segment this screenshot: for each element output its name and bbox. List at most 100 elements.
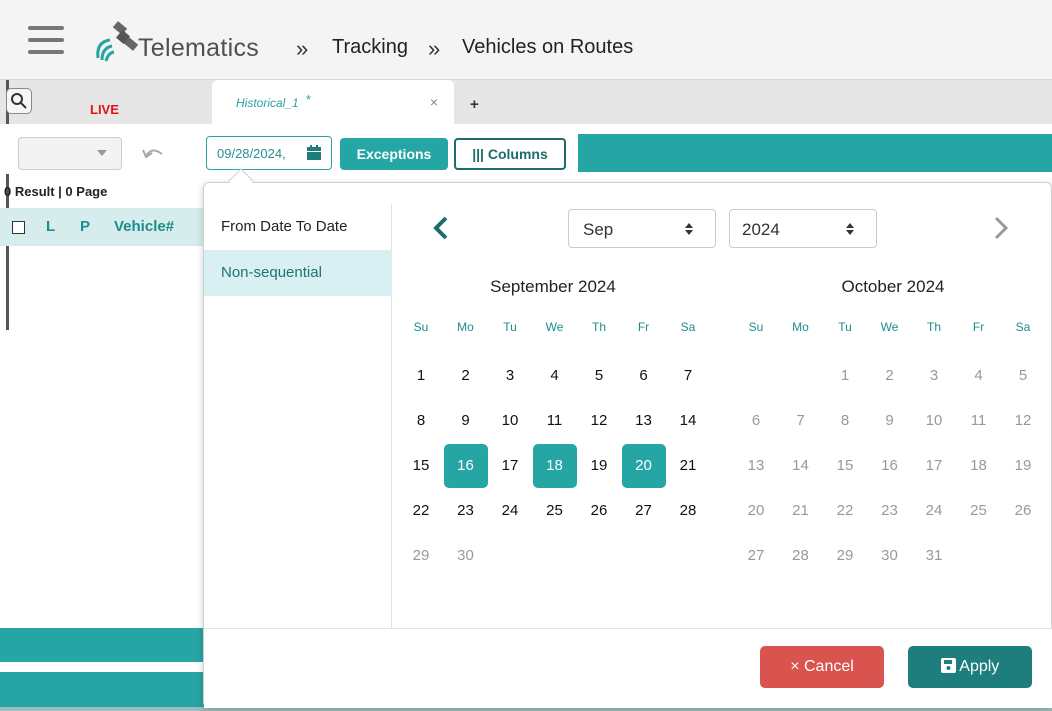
calendar-day[interactable]: 28 [666,489,710,533]
filter-select[interactable] [18,137,122,170]
calendar-day[interactable]: 17 [912,444,956,488]
search-icon [11,93,27,109]
date-range-value: 09/28/2024, [217,146,286,161]
calendar-day[interactable]: 5 [577,354,621,398]
calendar-day[interactable]: 11 [533,399,577,443]
calendar-day[interactable]: 27 [622,489,666,533]
column-header-vehicle[interactable]: Vehicle# [114,218,174,235]
calendar-day[interactable]: 13 [622,399,666,443]
calendar-day[interactable]: 30 [444,534,488,578]
calendar-day[interactable]: 19 [1001,444,1045,488]
calendar-day[interactable]: 18 [957,444,1001,488]
undo-icon[interactable] [140,142,166,162]
calendar-day[interactable]: 1 [399,354,443,398]
calendar-day[interactable]: 14 [666,399,710,443]
calendar-day[interactable]: 3 [488,354,532,398]
calendar-day[interactable]: 6 [734,399,778,443]
calendar-day[interactable]: 23 [868,489,912,533]
calendar-day[interactable]: 23 [444,489,488,533]
calendar-day[interactable]: 14 [779,444,823,488]
search-button[interactable] [6,88,32,114]
calendar-day[interactable]: 4 [533,354,577,398]
weekday-header: Mo [792,320,809,334]
calendar-day[interactable]: 28 [779,534,823,578]
calendar-day[interactable]: 2 [868,354,912,398]
calendar-day[interactable]: 10 [912,399,956,443]
range-from-date-to-date[interactable]: From Date To Date [204,204,392,250]
calendar-day[interactable]: 8 [399,399,443,443]
calendar-day[interactable]: 22 [823,489,867,533]
exceptions-button[interactable]: Exceptions [340,138,448,170]
calendar-day[interactable]: 8 [823,399,867,443]
calendar-day[interactable]: 26 [1001,489,1045,533]
calendar-day[interactable]: 22 [399,489,443,533]
chevron-right-icon[interactable] [990,214,1012,242]
year-select[interactable]: 2024 [729,209,877,248]
calendar-day[interactable]: 30 [868,534,912,578]
calendar-day[interactable]: 15 [399,444,443,488]
calendar-day[interactable]: 3 [912,354,956,398]
breadcrumb-tracking[interactable]: Tracking [332,36,408,59]
columns-icon: ||| [472,146,484,162]
calendar-day[interactable]: 9 [868,399,912,443]
calendar-day[interactable]: 29 [823,534,867,578]
calendar-day[interactable]: 24 [912,489,956,533]
grid-footer-bar [0,628,204,662]
calendar-day[interactable]: 12 [1001,399,1045,443]
calendar-day[interactable]: 20 [734,489,778,533]
calendar-day[interactable]: 25 [533,489,577,533]
calendar-day[interactable]: 21 [779,489,823,533]
calendar-day[interactable]: 17 [488,444,532,488]
calendar-day[interactable]: 16 [868,444,912,488]
range-non-sequential[interactable]: Non-sequential [204,250,392,296]
calendar-day[interactable]: 29 [399,534,443,578]
chevron-down-icon [97,150,107,156]
calendar-day[interactable]: 7 [666,354,710,398]
calendar-day-selected[interactable]: 16 [443,444,488,488]
calendar-day[interactable]: 21 [666,444,710,488]
calendar-day-selected[interactable]: 20 [621,444,666,488]
calendar-day[interactable]: 12 [577,399,621,443]
cancel-button[interactable]: × Cancel [760,646,884,688]
brand-name: Telematics [138,34,260,62]
calendar-day[interactable]: 5 [1001,354,1045,398]
calendar-day[interactable]: 26 [577,489,621,533]
tab-close-icon[interactable]: × [430,94,438,110]
panel-border [6,80,9,330]
calendar-day[interactable]: 10 [488,399,532,443]
apply-button[interactable]: Apply [908,646,1032,688]
save-icon [940,658,956,673]
calendar-day[interactable]: 9 [444,399,488,443]
calendar-day[interactable]: 1 [823,354,867,398]
calendar-day[interactable]: 24 [488,489,532,533]
month-title-october: October 2024 [841,277,945,296]
weekday-header: Fr [637,320,650,334]
calendar-day[interactable]: 4 [957,354,1001,398]
tab-live[interactable]: LIVE [90,102,119,117]
chevron-left-icon[interactable] [430,214,452,242]
column-header-p[interactable]: P [80,218,90,235]
calendar-day[interactable]: 27 [734,534,778,578]
select-all-checkbox[interactable] [12,221,25,234]
calendar-day[interactable]: 6 [622,354,666,398]
calendar-day[interactable]: 7 [779,399,823,443]
calendar-day[interactable]: 13 [734,444,778,488]
tab-bar [0,80,1052,124]
weekday-header: Tu [503,320,517,334]
calendar-day[interactable]: 25 [957,489,1001,533]
column-header-l[interactable]: L [46,218,55,235]
tab-historical[interactable]: Historical_1 * × [212,80,454,124]
apply-button-label: Apply [959,658,1000,675]
calendar-icon [307,145,321,160]
hamburger-icon[interactable] [28,26,64,54]
calendar-day[interactable]: 31 [912,534,956,578]
calendar-day[interactable]: 2 [444,354,488,398]
month-select[interactable]: Sep [568,209,716,248]
add-tab-button[interactable]: + [470,96,479,113]
date-range-button[interactable]: 09/28/2024, [206,136,332,170]
calendar-day[interactable]: 11 [957,399,1001,443]
columns-button[interactable]: ||| Columns [454,138,566,170]
calendar-day[interactable]: 15 [823,444,867,488]
calendar-day-selected[interactable]: 18 [532,444,577,488]
calendar-day[interactable]: 19 [577,444,621,488]
